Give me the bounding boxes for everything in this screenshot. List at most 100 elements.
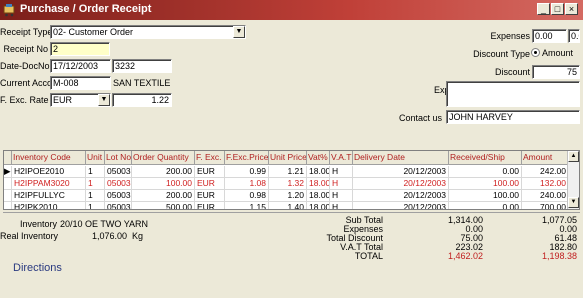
table-cell[interactable]: 0.00 (449, 166, 522, 178)
radio-selected-icon (531, 48, 540, 57)
expenses-field-1[interactable]: 0.00 (532, 29, 567, 43)
col-inventory-code[interactable]: Inventory Code (12, 151, 86, 165)
table-cell[interactable]: 500.00 (132, 202, 195, 209)
expenses-field-2[interactable]: 0.00 (568, 29, 580, 43)
table-cell[interactable]: 1 (86, 178, 105, 190)
table-cell[interactable]: 20/12/2003 (353, 202, 449, 209)
table-cell[interactable]: 242.00 (522, 166, 569, 178)
table-cell[interactable]: H2IPOE2010 (12, 166, 86, 178)
receipt-no-field[interactable]: 2 (50, 42, 110, 56)
table-cell[interactable]: H2IPFULLYC (12, 190, 86, 202)
items-grid[interactable]: Inventory Code Unit Lot No Order Quantit… (3, 150, 580, 210)
account-name: SAN TEXTILE (113, 78, 171, 88)
table-cell[interactable]: 1.08 (225, 178, 269, 190)
grid-scrollbar[interactable]: ▲ ▼ (567, 151, 579, 209)
close-button[interactable]: × (565, 3, 578, 15)
exchange-rate-field[interactable]: 1.22 (112, 93, 172, 107)
table-cell[interactable]: H (330, 178, 353, 190)
table-cell[interactable]: 20/12/2003 (353, 190, 449, 202)
table-row[interactable]: ▶ H2IPOE2010 1 05003 200.00 EUR 0.99 1.21 18.00 H… (4, 166, 569, 178)
chevron-down-icon[interactable]: ▼ (233, 26, 245, 38)
col-order-quantity[interactable]: Order Quantity (132, 151, 195, 165)
table-cell[interactable]: 18.00 (307, 178, 330, 190)
docno-field[interactable]: 3232 (112, 59, 172, 73)
table-row[interactable]: H2IPK2010 1 05003 500.00 EUR 1.15 1.40 18.00 H 20… (4, 202, 569, 209)
table-cell[interactable]: H2IPK2010 (12, 202, 86, 209)
col-fexc-price[interactable]: F.Exc.Price (225, 151, 269, 165)
discount-type-amount-radio[interactable]: Amount (531, 48, 573, 58)
table-cell[interactable]: 1 (86, 166, 105, 178)
table-cell[interactable]: 1.32 (269, 178, 307, 190)
table-cell[interactable]: 100.00 (132, 178, 195, 190)
table-cell[interactable]: 200.00 (132, 190, 195, 202)
table-cell[interactable]: 0.98 (225, 190, 269, 202)
discount-type-label: Discount Type (473, 49, 530, 59)
summary-panel: Inventory 20/10 OE TWO YARN Real Invento… (0, 212, 580, 295)
row-indicator-header (4, 151, 12, 165)
table-cell[interactable]: 18.00 (307, 166, 330, 178)
table-row[interactable]: H2IPFULLYC 1 05003 200.00 EUR 0.98 1.20 18.00 H 2… (4, 190, 569, 202)
real-inventory-value: 1,076.00 (91, 231, 127, 241)
table-row[interactable]: H2IPPAM3020 1 05003 100.00 EUR 1.08 1.32 18.00 H… (4, 178, 569, 190)
table-cell[interactable]: 100.00 (449, 190, 522, 202)
col-lot-no[interactable]: Lot No (105, 151, 132, 165)
col-fexc[interactable]: F. Exc. (195, 151, 225, 165)
col-received-ship[interactable]: Received/Ship (449, 151, 522, 165)
table-cell[interactable]: H (330, 190, 353, 202)
table-cell[interactable]: 1.15 (225, 202, 269, 209)
receipt-type-select[interactable]: 02- Customer Order ▼ (50, 25, 246, 39)
table-cell[interactable]: EUR (195, 166, 225, 178)
maximize-button[interactable]: □ (551, 3, 564, 15)
table-cell[interactable]: 1 (86, 190, 105, 202)
table-cell[interactable]: 18.00 (307, 202, 330, 209)
table-cell[interactable]: EUR (195, 202, 225, 209)
table-cell[interactable]: 05003 (105, 190, 132, 202)
scroll-up-icon[interactable]: ▲ (568, 151, 579, 162)
col-delivery-date[interactable]: Delivery Date (353, 151, 449, 165)
amount-radio-label: Amount (542, 48, 574, 58)
table-cell[interactable]: 0.99 (225, 166, 269, 178)
inventory-label: Inventory (19, 219, 57, 229)
table-cell[interactable]: 100.00 (449, 178, 522, 190)
cart-icon (3, 4, 15, 17)
col-vat[interactable]: V.A.T (330, 151, 353, 165)
account-code-field[interactable]: M-008 (50, 76, 111, 90)
col-amount[interactable]: Amount (522, 151, 569, 165)
table-cell[interactable]: 1.40 (269, 202, 307, 209)
total-value-foreign: 1,198.38 (541, 251, 577, 261)
contact-field[interactable]: JOHN HARVEY (446, 110, 580, 124)
table-cell[interactable]: 132.00 (522, 178, 569, 190)
table-cell[interactable]: H (330, 202, 353, 209)
table-cell[interactable]: 20/12/2003 (353, 178, 449, 190)
table-cell[interactable]: 0.00 (449, 202, 522, 209)
col-vat-percent[interactable]: Vat% (307, 151, 330, 165)
explanation-field[interactable] (446, 81, 580, 107)
col-unit-price[interactable]: Unit Price (269, 151, 307, 165)
table-cell[interactable]: 1 (86, 202, 105, 209)
chevron-down-icon[interactable]: ▼ (98, 94, 110, 106)
table-cell[interactable]: 1.20 (269, 190, 307, 202)
table-cell[interactable]: EUR (195, 190, 225, 202)
table-cell[interactable]: EUR (195, 178, 225, 190)
currency-select[interactable]: EUR ▼ (50, 93, 111, 107)
row-indicator (4, 202, 12, 209)
table-cell[interactable]: 05003 (105, 202, 132, 209)
row-indicator (4, 190, 12, 202)
col-unit[interactable]: Unit (86, 151, 105, 165)
table-cell[interactable]: 700.00 (522, 202, 569, 209)
table-cell[interactable]: 1.21 (269, 166, 307, 178)
table-cell[interactable]: 05003 (105, 178, 132, 190)
date-docno-label: Date-DocNo (0, 61, 50, 71)
minimize-button[interactable]: _ (537, 3, 550, 15)
discount-field[interactable]: 75 (532, 65, 580, 79)
table-cell[interactable]: 05003 (105, 166, 132, 178)
scroll-down-icon[interactable]: ▼ (568, 197, 579, 208)
table-cell[interactable]: 20/12/2003 (353, 166, 449, 178)
date-field[interactable]: 17/12/2003 (50, 59, 111, 73)
table-cell[interactable]: H (330, 166, 353, 178)
directions-heading: Directions (13, 262, 62, 274)
table-cell[interactable]: 240.00 (522, 190, 569, 202)
table-cell[interactable]: H2IPPAM3020 (12, 178, 86, 190)
table-cell[interactable]: 18.00 (307, 190, 330, 202)
table-cell[interactable]: 200.00 (132, 166, 195, 178)
